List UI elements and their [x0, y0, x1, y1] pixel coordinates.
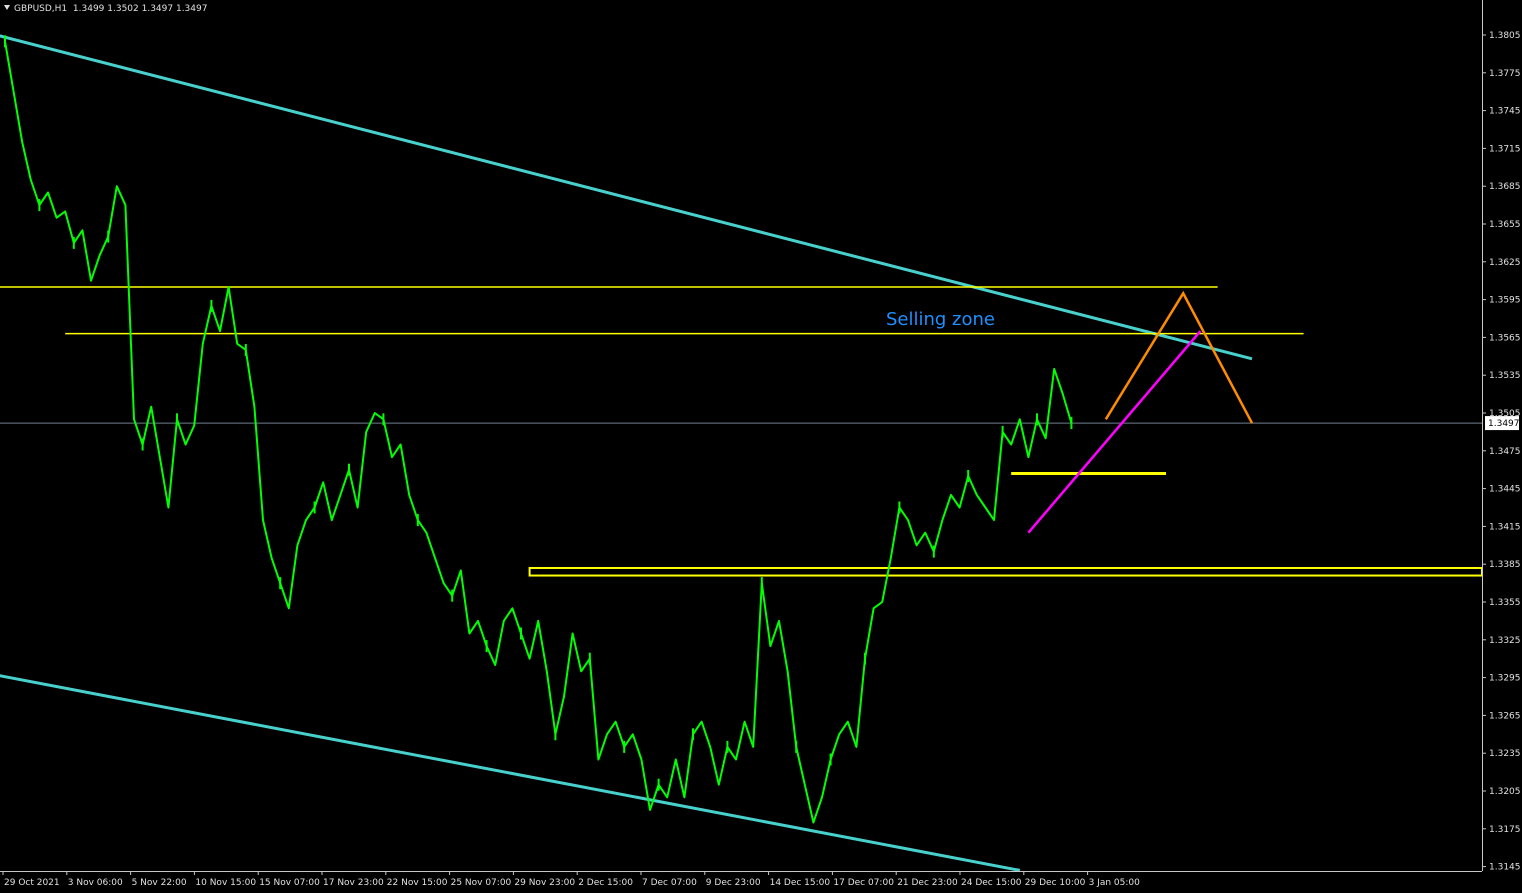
y-tick-label: 1.3205 [1489, 787, 1521, 797]
x-tick-label: 14 Dec 15:00 [770, 878, 831, 888]
price-series-layer [4, 35, 1073, 824]
price-bar [623, 740, 626, 753]
price-bar [210, 299, 213, 312]
y-tick-label: 1.3565 [1489, 333, 1521, 343]
y-tick-label: 1.3805 [1489, 31, 1521, 41]
price-bar [898, 501, 901, 514]
x-tick-label: 22 Nov 15:00 [387, 878, 448, 888]
price-bar [726, 740, 729, 753]
price-bar [382, 413, 385, 426]
x-tick-label: 29 Nov 23:00 [514, 878, 575, 888]
axes-layer: 1.3805 1.3775 1.3745 1.3715 1.3685 1.3655 1.36… [0, 0, 1521, 888]
x-tick-label: 29 Dec 10:00 [1025, 878, 1086, 888]
price-bar [520, 627, 522, 640]
x-tick-label: 25 Nov 07:00 [451, 878, 512, 888]
current-price-label: 1.3497 [1488, 419, 1520, 429]
price-bar [176, 413, 178, 426]
magenta-trendline[interactable] [1027, 330, 1202, 534]
price-bar [4, 35, 6, 48]
x-tick-label: 3 Nov 06:00 [68, 878, 123, 888]
price-bar [313, 501, 316, 514]
y-tick-label: 1.3445 [1489, 485, 1521, 495]
y-tick-label: 1.3235 [1489, 749, 1521, 759]
x-tick-label: 29 Oct 2021 [4, 878, 60, 888]
price-bar [795, 740, 798, 753]
price-bar [244, 344, 247, 356]
price-bar [829, 753, 832, 766]
x-tick-label: 15 Nov 07:00 [259, 878, 320, 888]
y-tick-label: 1.3325 [1489, 636, 1521, 646]
price-bar [1036, 413, 1038, 426]
price-chart[interactable]: Selling zone 1.38051.37751.37451.37151.3… [0, 0, 1522, 893]
y-tick-label: 1.3175 [1489, 825, 1521, 835]
y-tick-label: 1.3355 [1489, 598, 1521, 608]
y-tick-label: 1.3535 [1489, 371, 1521, 381]
price-bar [864, 652, 866, 665]
y-tick-label: 1.3475 [1489, 447, 1521, 457]
price-bar [692, 728, 694, 741]
y-tick-label: 1.3625 [1489, 258, 1521, 268]
price-bar [38, 199, 41, 212]
y-tick-label: 1.3715 [1489, 144, 1521, 154]
y-tick-label: 1.3745 [1489, 107, 1521, 117]
selling-zone-label: Selling zone [886, 309, 995, 330]
x-tick-label: 3 Jan 05:00 [1089, 878, 1141, 888]
support-zone-rectangle[interactable] [528, 566, 1483, 577]
price-bar [72, 236, 75, 249]
price-bar [1001, 425, 1004, 438]
y-tick-label: 1.3415 [1489, 522, 1521, 532]
price-bar [107, 230, 110, 243]
x-tick-label: 17 Nov 23:00 [323, 878, 384, 888]
lower-channel-line[interactable] [0, 674, 1021, 872]
x-tick-label: 17 Dec 07:00 [833, 878, 894, 888]
price-bar [348, 463, 350, 476]
price-bar [554, 728, 557, 741]
x-tick-label: 10 Nov 15:00 [195, 878, 256, 888]
price-bar [141, 438, 144, 451]
y-tick-label: 1.3685 [1489, 182, 1521, 192]
upper-channel-line[interactable] [0, 34, 1253, 361]
price-bar [932, 545, 935, 558]
price-bar [279, 577, 282, 590]
y-tick-label: 1.3775 [1489, 69, 1521, 79]
price-bar [588, 652, 591, 665]
x-tick-label: 5 Nov 22:00 [132, 878, 187, 888]
x-tick-label: 7 Dec 07:00 [642, 878, 697, 888]
y-tick-label: 1.3385 [1489, 560, 1521, 570]
x-tick-label: 21 Dec 23:00 [897, 878, 958, 888]
price-bar [967, 470, 970, 482]
price-bar [485, 640, 488, 653]
x-tick-label: 2 Dec 15:00 [578, 878, 633, 888]
y-tick-label: 1.3265 [1489, 711, 1521, 721]
y-tick-label: 1.3145 [1489, 863, 1521, 873]
x-tick-label: 9 Dec 23:00 [706, 878, 761, 888]
y-tick-label: 1.3295 [1489, 674, 1521, 684]
price-bar [657, 778, 660, 791]
price-bar [416, 514, 419, 527]
price-bar [760, 577, 763, 590]
y-tick-label: 1.3655 [1489, 220, 1521, 230]
price-bar [1070, 417, 1073, 430]
drawn-lines-layer [0, 34, 1483, 872]
y-tick-label: 1.3595 [1489, 296, 1521, 306]
price-bar [451, 589, 454, 602]
x-tick-label: 24 Dec 15:00 [961, 878, 1022, 888]
price-series-line [4, 41, 1073, 824]
